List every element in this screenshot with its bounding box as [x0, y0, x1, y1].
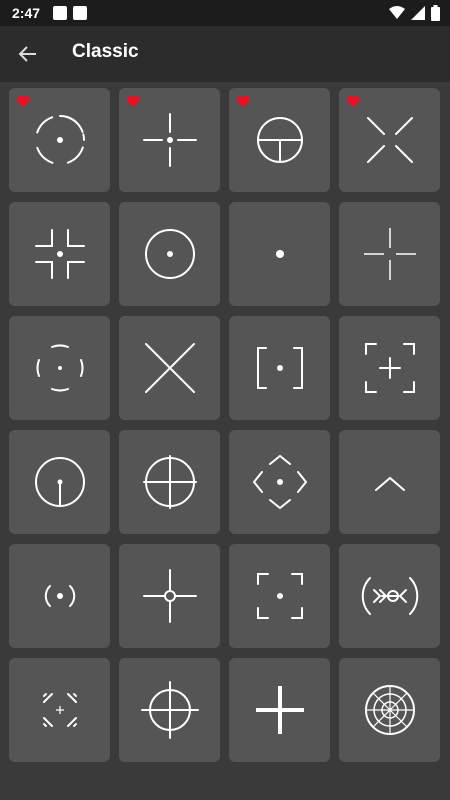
corner-frame-dot-crosshair-icon: [256, 573, 303, 619]
bottom-area: [0, 762, 450, 800]
crosshair-tile[interactable]: [229, 202, 330, 306]
page-title: Classic: [72, 41, 139, 62]
crosshair-tile[interactable]: [119, 658, 220, 762]
corner-frame-plus-crosshair-icon: [364, 343, 415, 393]
app-bar: Classic: [0, 26, 450, 82]
chevron-crosshair-icon: [374, 476, 405, 491]
circle-dot-crosshair-icon: [144, 229, 195, 279]
crosshair-tile[interactable]: [119, 430, 220, 534]
x-gap-crosshair-icon: [366, 117, 413, 163]
circle-plus-extended-crosshair-icon: [140, 681, 199, 739]
circle-post-crosshair-icon: [34, 457, 85, 507]
dot-crosshair-icon: [275, 250, 284, 258]
back-button[interactable]: [10, 36, 46, 72]
notification-icon: [53, 6, 67, 20]
x-crosshair-icon: [144, 343, 195, 393]
crosshair-tile[interactable]: [9, 88, 110, 192]
crosshair-tile[interactable]: [339, 544, 440, 648]
circle-t-crosshair-icon: [256, 117, 303, 163]
crosshair-tile[interactable]: [339, 658, 440, 762]
status-bar: 2:47: [0, 0, 450, 26]
chevron-scope-crosshair-icon: [361, 577, 418, 615]
crosshair-tile[interactable]: [9, 316, 110, 420]
thin-plus-crosshair-icon: [363, 228, 416, 280]
crosshair-tile[interactable]: [339, 430, 440, 534]
quad-arc-crosshair-icon: [42, 693, 77, 727]
crosshair-tile[interactable]: [119, 316, 220, 420]
crosshair-tile[interactable]: [119, 544, 220, 648]
brackets-dot-crosshair-icon: [256, 347, 303, 389]
wifi-icon: [389, 6, 405, 19]
crosshair-tile[interactable]: [229, 88, 330, 192]
signal-icon: [411, 6, 425, 20]
circle-gap-dot-crosshair-icon: [34, 115, 85, 165]
crosshair-grid: [0, 82, 450, 762]
crosshair-tile[interactable]: [339, 316, 440, 420]
favorite-heart-icon: [236, 95, 250, 108]
plus-gap-dot-crosshair-icon: [142, 113, 197, 167]
notification-icon: [73, 6, 87, 20]
crosshair-tile[interactable]: [9, 658, 110, 762]
crosshair-tile[interactable]: [229, 316, 330, 420]
circle-plus-crosshair-icon: [142, 455, 197, 509]
battery-icon: [431, 5, 440, 21]
crosshair-tile[interactable]: [9, 430, 110, 534]
crosshair-tile[interactable]: [229, 544, 330, 648]
crosshair-tile[interactable]: [119, 202, 220, 306]
status-icons: [389, 5, 440, 21]
crosshair-tile[interactable]: [229, 658, 330, 762]
radar-crosshair-icon: [364, 685, 415, 735]
diamond-chevrons-crosshair-icon: [252, 454, 307, 510]
crosshair-tile[interactable]: [229, 430, 330, 534]
crosshair-tile[interactable]: [9, 202, 110, 306]
crosshair-tile[interactable]: [339, 202, 440, 306]
favorite-heart-icon: [346, 95, 360, 108]
back-arrow-icon: [18, 46, 36, 62]
thick-plus-crosshair-icon: [255, 686, 304, 734]
status-time: 2:47: [12, 5, 41, 21]
arc-segments-dot-crosshair-icon: [36, 344, 83, 392]
crosshair-tile[interactable]: [339, 88, 440, 192]
corner-brackets-dot-crosshair-icon: [34, 229, 85, 279]
favorite-heart-icon: [126, 95, 140, 108]
favorite-heart-icon: [16, 95, 30, 108]
crosshair-tile[interactable]: [119, 88, 220, 192]
parentheses-dot-crosshair-icon: [44, 585, 75, 607]
plus-ring-crosshair-icon: [142, 569, 197, 623]
crosshair-tile[interactable]: [9, 544, 110, 648]
